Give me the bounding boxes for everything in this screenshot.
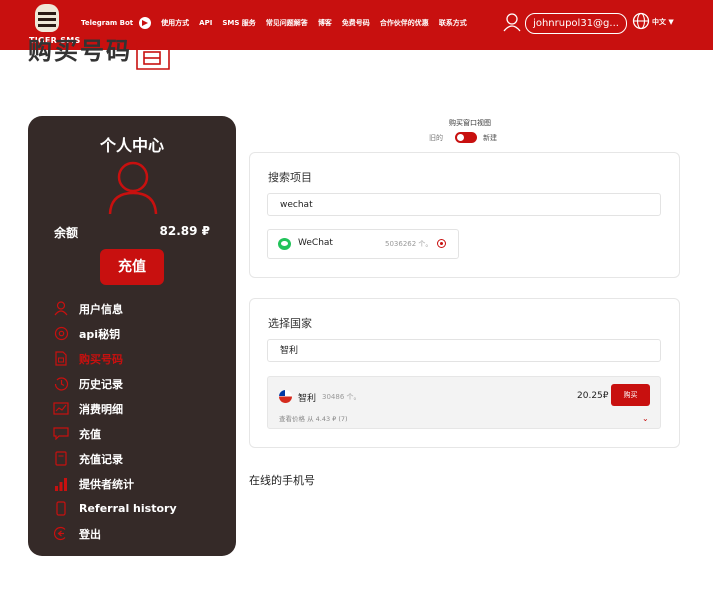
account-icon[interactable] <box>503 12 521 32</box>
view-old-label[interactable]: 旧的 <box>429 133 443 143</box>
sim-card-icon <box>136 40 170 70</box>
nav-telegram-bot[interactable]: Telegram Bot <box>81 19 133 27</box>
sidebar-item-label: api秘钥 <box>79 327 121 341</box>
country-select-title: 选择国家 <box>268 317 312 330</box>
page-title: 购买号码 <box>28 37 132 65</box>
service-search-input[interactable]: wechat <box>267 193 661 216</box>
nav-free-numbers[interactable]: 免费号码 <box>342 18 370 28</box>
sidebar-item-logout[interactable]: 登出 <box>52 521 177 546</box>
view-switch-label: 购买窗口视图 <box>449 119 491 127</box>
wechat-icon <box>278 238 291 250</box>
telegram-icon[interactable] <box>139 17 152 29</box>
sidebar-item-label: 消费明细 <box>79 402 123 416</box>
sidebar-menu: 用户信息 api秘钥 购买号码 历史记录 消费明细 充值 充值记录 提供者统计 … <box>52 296 177 546</box>
country-count: 30486 个。 <box>322 393 361 401</box>
country-option-chile[interactable]: 智利 30486 个。 20.25₽ 购买 查看价格 从 4.43 ₽ (7) … <box>267 376 661 429</box>
history-icon <box>52 376 70 392</box>
country-name: 智利 <box>298 394 317 404</box>
sidebar-item-buy-number[interactable]: 购买号码 <box>52 346 177 371</box>
balance-value: 82.89 ₽ <box>159 224 210 238</box>
chile-flag-icon <box>279 390 292 403</box>
nav-contacts[interactable]: 联系方式 <box>439 18 467 28</box>
bar-stats-icon <box>52 476 70 492</box>
user-icon <box>52 301 70 317</box>
nav-blog[interactable]: 博客 <box>318 18 332 28</box>
view-new-label[interactable]: 新建 <box>483 133 497 143</box>
logout-icon <box>52 526 70 542</box>
sidebar-item-label: 登出 <box>79 527 101 541</box>
sidebar-item-provider-stats[interactable]: 提供者统计 <box>52 471 177 496</box>
sidebar-item-label: 历史记录 <box>79 377 123 391</box>
sidebar-item-referral-history[interactable]: Referral history <box>52 496 177 521</box>
country-select-card: 选择国家 智利 智利 30486 个。 20.25₽ 购买 查看价格 从 4.4… <box>249 298 680 448</box>
sim-card-icon <box>52 351 70 367</box>
top-up-button[interactable]: 充值 <box>100 249 164 285</box>
globe-icon[interactable] <box>632 12 650 30</box>
nav-sms-service[interactable]: SMS 服务 <box>222 18 256 28</box>
sidebar-item-label: 购买号码 <box>79 352 123 366</box>
sidebar-item-label: 提供者统计 <box>79 477 134 491</box>
balance-label: 余额 <box>54 226 79 240</box>
price-hint-link[interactable]: 查看价格 从 4.43 ₽ (7) <box>279 413 348 423</box>
chevron-down-icon[interactable]: ⌄ <box>642 414 649 423</box>
view-switch: 旧的 新建 <box>415 132 535 144</box>
sidebar-item-topup-history[interactable]: 充值记录 <box>52 446 177 471</box>
online-numbers-title: 在线的手机号 <box>249 474 315 487</box>
main-nav: Telegram Bot 使用方式 API SMS 服务 常见问题解答 博客 免… <box>81 17 467 29</box>
sidebar-item-label: 充值 <box>79 427 101 441</box>
sidebar-item-history[interactable]: 历史记录 <box>52 371 177 396</box>
sidebar-item-spending[interactable]: 消费明细 <box>52 396 177 421</box>
nav-partner-offers[interactable]: 合作伙伴的优惠 <box>380 18 429 28</box>
sidebar-title: 个人中心 <box>99 136 164 155</box>
sidebar-item-label: Referral history <box>79 502 177 515</box>
phone-icon <box>52 501 70 517</box>
number-price: 20.25₽ <box>577 391 609 401</box>
service-search-card: 搜索项目 wechat WeChat 5036262 个。 <box>249 152 680 278</box>
nav-how-to-use[interactable]: 使用方式 <box>161 18 189 28</box>
wallet-icon <box>52 426 70 442</box>
buy-button[interactable]: 购买 <box>611 384 650 406</box>
service-name: WeChat <box>298 238 333 248</box>
sidebar-item-api-key[interactable]: api秘钥 <box>52 321 177 346</box>
service-option-wechat[interactable]: WeChat 5036262 个。 <box>267 229 459 259</box>
service-search-title: 搜索项目 <box>268 171 312 184</box>
nav-api[interactable]: API <box>199 19 212 27</box>
service-count: 5036262 个。 <box>385 240 433 248</box>
sidebar-item-label: 用户信息 <box>79 302 123 316</box>
tiger-logo-icon <box>35 4 59 32</box>
country-search-input[interactable]: 智利 <box>267 339 661 362</box>
profile-avatar-icon <box>108 161 158 215</box>
sidebar-item-user-info[interactable]: 用户信息 <box>52 296 177 321</box>
account-sidebar: 个人中心 余额 82.89 ₽ 充值 用户信息 api秘钥 购买号码 历史记录 … <box>28 116 236 556</box>
nav-faq[interactable]: 常见问题解答 <box>266 18 308 28</box>
api-key-icon <box>52 326 70 342</box>
receipt-icon <box>52 451 70 467</box>
sidebar-item-topup[interactable]: 充值 <box>52 421 177 446</box>
language-selector[interactable]: 中文 ▼ <box>652 17 674 27</box>
service-radio[interactable] <box>437 239 446 248</box>
sidebar-item-label: 充值记录 <box>79 452 123 466</box>
account-email-button[interactable]: johnrupol31@g... <box>525 13 627 34</box>
chart-icon <box>52 401 70 417</box>
view-toggle-switch[interactable] <box>455 132 477 143</box>
